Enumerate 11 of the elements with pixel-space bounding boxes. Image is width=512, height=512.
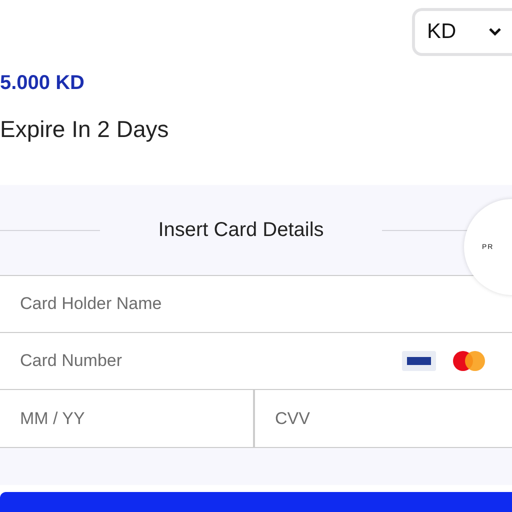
pay-bar[interactable] [0, 492, 512, 512]
input-field[interactable]: Card Number [18, 350, 402, 372]
expiry-text: Expire In 2 Days [0, 116, 170, 143]
input-field[interactable]: Card Holder Name [18, 293, 498, 315]
mastercard-icon [452, 350, 486, 372]
input-field[interactable]: CVV [273, 408, 498, 430]
input-field[interactable]: MM / YY [18, 408, 243, 430]
currency-select[interactable]: KD [412, 8, 512, 56]
form-title: Insert Card Details [157, 218, 325, 242]
chevron-down-icon [488, 27, 502, 37]
amount: 5.000 KD [0, 72, 86, 96]
